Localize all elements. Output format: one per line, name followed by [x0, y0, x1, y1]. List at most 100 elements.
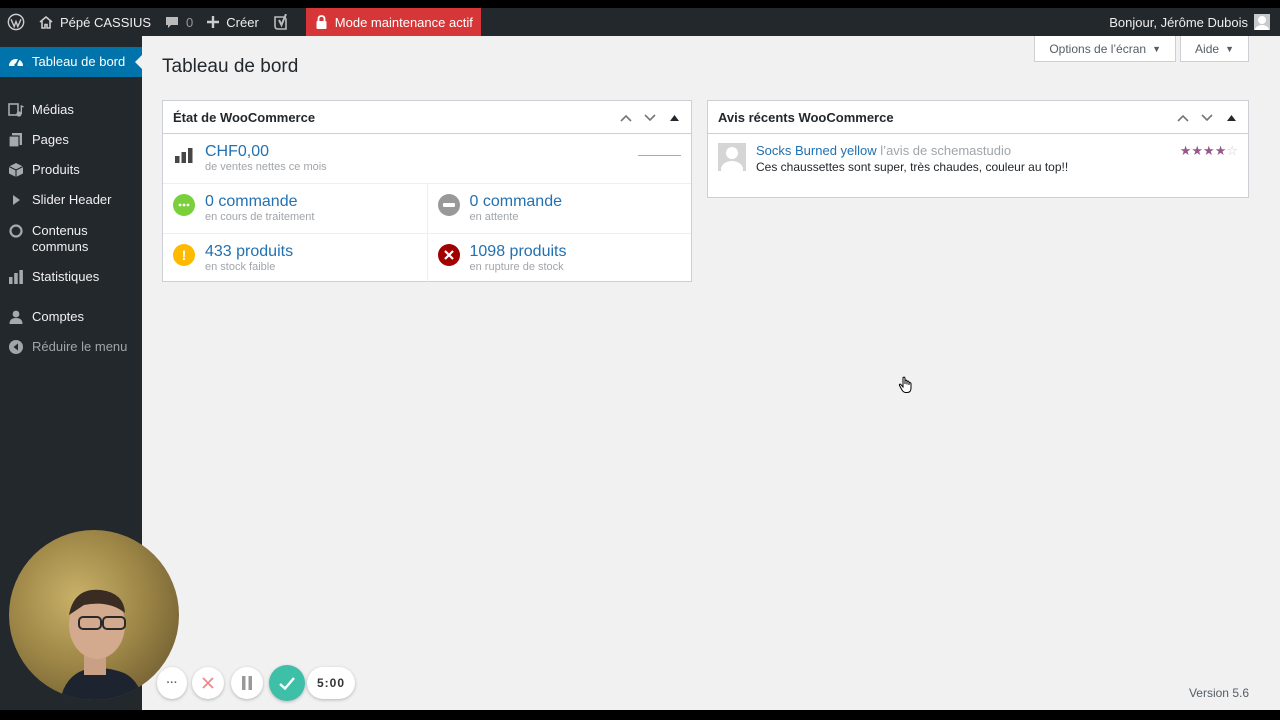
sidebar-item-common-content[interactable]: Contenus communs	[0, 223, 110, 255]
processing-icon	[173, 194, 195, 216]
sidebar-item-label: Contenus communs	[32, 223, 89, 254]
greeting: Bonjour, Jérôme Dubois	[1109, 14, 1248, 30]
main-content: Options de l’écran ▼ Aide ▼ Tableau de b…	[142, 36, 1280, 710]
star-filled-icon: ★	[1203, 143, 1215, 158]
processing-orders[interactable]: 0 commande en cours de traitement	[163, 184, 427, 233]
reviewer-avatar	[718, 143, 746, 171]
on-hold-orders[interactable]: 0 commande en attente	[426, 184, 692, 233]
caret-down-icon: ▼	[1225, 43, 1234, 54]
my-account-menu[interactable]: Bonjour, Jérôme Dubois	[1102, 8, 1280, 36]
sidebar-item-statistics[interactable]: Statistiques	[0, 269, 142, 285]
recent-reviews-widget: Avis récents WooCommerce Socks Burned ye…	[707, 100, 1249, 198]
pause-icon	[242, 676, 252, 690]
widget-title: État de WooCommerce	[173, 109, 316, 125]
ellipsis-icon: ···	[166, 677, 178, 689]
sidebar-item-label: Médias	[32, 102, 74, 117]
products-icon	[8, 162, 24, 178]
collapse-menu-label: Réduire le menu	[32, 339, 128, 354]
sales-row: CHF0,00 de ventes nettes ce mois	[163, 134, 691, 184]
sidebar-item-products[interactable]: Produits	[0, 162, 142, 178]
help-label: Aide	[1195, 41, 1220, 56]
sidebar-item-media[interactable]: Médias	[0, 102, 142, 118]
dashboard-icon	[8, 54, 24, 70]
low-stock[interactable]: ! 433 produits en stock faible	[163, 234, 427, 284]
wordpress-logo-icon[interactable]	[0, 8, 32, 36]
orders-row: 0 commande en cours de traitement 0 comm…	[163, 184, 691, 234]
toggle-panel-icon[interactable]	[1222, 109, 1240, 127]
sidebar-item-label: Pages	[32, 132, 69, 147]
minus-circle-icon	[437, 194, 460, 216]
recording-timer: 5:00	[307, 667, 356, 699]
home-icon	[39, 15, 53, 29]
collapse-icon	[8, 339, 24, 355]
star-filled-icon: ★	[1191, 143, 1204, 158]
toggle-panel-icon[interactable]	[665, 109, 683, 127]
help-button[interactable]: Aide ▼	[1180, 36, 1249, 62]
processing-caption: en cours de traitement	[205, 211, 315, 223]
sidebar-item-pages[interactable]: Pages	[0, 132, 142, 148]
browser-viewport: Pépé CASSIUS 0 Créer Mode maintenance ac…	[0, 8, 1280, 710]
more-options-button[interactable]: ···	[157, 667, 187, 699]
site-name: Pépé CASSIUS	[60, 14, 152, 30]
cancel-recording-button[interactable]	[192, 667, 224, 699]
sidebar-item-label: Comptes	[32, 309, 85, 324]
sidebar-item-label: Statistiques	[32, 269, 100, 284]
page-title: Tableau de bord	[162, 56, 299, 77]
out-of-stock-caption: en rupture de stock	[469, 261, 564, 273]
bar-chart-icon	[173, 144, 195, 166]
sales-amount: CHF0,00	[205, 143, 270, 160]
comments-count: 0	[186, 14, 194, 30]
screen-options-button[interactable]: Options de l’écran ▼	[1034, 36, 1176, 62]
comments-link[interactable]: 0	[158, 8, 200, 36]
review-product-link[interactable]: Socks Burned yellow	[756, 143, 877, 158]
stats-icon	[8, 269, 24, 285]
new-content-link[interactable]: Créer	[200, 8, 266, 36]
finish-recording-button[interactable]	[269, 665, 305, 701]
sidebar-item-label: Slider Header	[32, 192, 112, 207]
sales-this-month[interactable]: CHF0,00 de ventes nettes ce mois	[163, 134, 691, 183]
sidebar-item-slider-header[interactable]: Slider Header	[0, 192, 142, 208]
screen-options-label: Options de l’écran	[1049, 41, 1147, 56]
out-of-stock[interactable]: 1098 produits en rupture de stock	[426, 234, 692, 284]
low-stock-caption: en stock faible	[205, 261, 276, 273]
warning-icon: !	[173, 244, 195, 266]
sidebar-item-dashboard[interactable]: Tableau de bord	[0, 47, 142, 77]
circle-icon	[8, 223, 24, 239]
star-empty-icon: ☆	[1226, 143, 1238, 158]
review-author: l’avis de schemastudio	[880, 143, 1012, 158]
stock-row: ! 433 produits en stock faible 1098 prod…	[163, 234, 691, 284]
sidebar-item-accounts[interactable]: Comptes	[0, 309, 142, 325]
new-content-label: Créer	[226, 14, 259, 30]
avatar	[1254, 14, 1270, 30]
star-rating: ★★★★☆	[1180, 143, 1238, 175]
admin-bar: Pépé CASSIUS 0 Créer Mode maintenance ac…	[0, 8, 1280, 36]
review-item: Socks Burned yellow l’avis de schemastud…	[708, 134, 1248, 184]
move-down-icon[interactable]	[1198, 109, 1216, 127]
on-hold-caption: en attente	[469, 211, 519, 223]
yoast-seo-icon[interactable]	[266, 8, 298, 36]
webcam-person-image	[60, 589, 143, 700]
comment-icon	[165, 16, 179, 29]
collapse-menu-button[interactable]: Réduire le menu	[0, 339, 142, 355]
hand-cursor-icon	[898, 376, 914, 397]
sales-sparkline	[638, 155, 681, 156]
pause-recording-button[interactable]	[231, 667, 263, 699]
media-icon	[8, 102, 24, 118]
maintenance-label: Mode maintenance actif	[334, 14, 473, 30]
widget-header: Avis récents WooCommerce	[708, 101, 1248, 134]
error-x-icon	[437, 244, 460, 266]
widget-controls	[617, 101, 683, 134]
widget-header: État de WooCommerce	[163, 101, 691, 134]
pages-icon	[8, 132, 24, 148]
move-up-icon[interactable]	[617, 109, 635, 127]
move-up-icon[interactable]	[1174, 109, 1192, 127]
users-icon	[8, 309, 24, 325]
move-down-icon[interactable]	[641, 109, 659, 127]
out-of-stock-count: 1098 produits	[469, 243, 567, 260]
maintenance-mode-badge[interactable]: Mode maintenance actif	[305, 8, 481, 36]
woocommerce-status-widget: État de WooCommerce CHF0,00 de ventes ne…	[162, 100, 692, 284]
play-icon	[8, 192, 24, 208]
star-filled-icon: ★	[1214, 143, 1227, 158]
site-name-link[interactable]: Pépé CASSIUS	[32, 8, 158, 36]
webcam-bubble[interactable]	[9, 530, 179, 700]
